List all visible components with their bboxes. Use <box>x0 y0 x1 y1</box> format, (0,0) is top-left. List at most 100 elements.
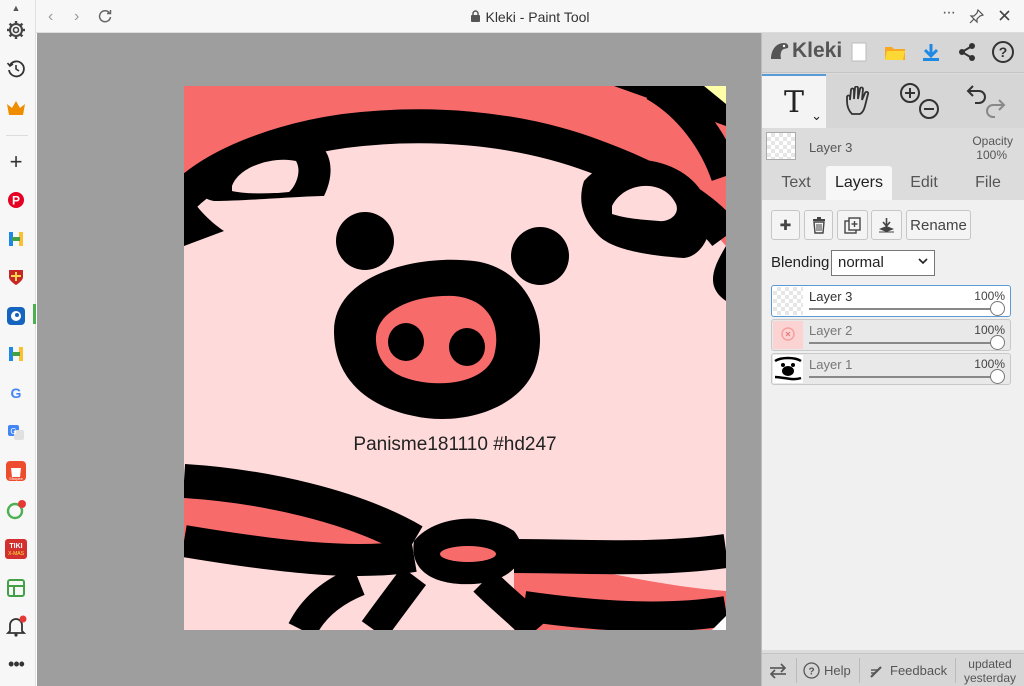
svg-text:G: G <box>11 385 22 401</box>
layer-2-opacity-handle[interactable] <box>990 335 1005 350</box>
duplicate-icon <box>844 216 861 234</box>
help-button[interactable]: ? Help <box>803 654 851 686</box>
text-tool-dropdown-icon[interactable]: ⌄ <box>811 108 822 124</box>
crown-icon[interactable] <box>4 96 28 120</box>
trash-icon <box>812 216 825 234</box>
screen: ▲ + P G G Shopee TIKI X-MAS ••• ‹ › Klek… <box>0 0 1024 686</box>
sheet-icon[interactable] <box>4 576 28 600</box>
more-icon[interactable]: ••• <box>4 652 28 676</box>
tool-row: T ⌄ <box>762 74 1024 128</box>
layer-1-thumbnail <box>773 355 803 383</box>
app-blue-icon[interactable] <box>4 304 28 328</box>
updated-when: yesterday <box>963 671 1017 685</box>
shopee-label: Shopee <box>9 476 24 481</box>
merge-down-icon <box>879 217 894 232</box>
text-tool-glyph: T <box>783 84 804 120</box>
app-rail: ▲ + P G G Shopee TIKI X-MAS ••• <box>0 0 36 686</box>
layer-2-thumbnail <box>773 321 803 349</box>
rail-divider <box>6 135 28 136</box>
history-icon[interactable] <box>4 57 28 81</box>
close-icon[interactable] <box>998 9 1011 27</box>
help-label: Help <box>824 663 851 678</box>
shield-icon[interactable] <box>4 265 28 289</box>
add-layer-button[interactable]: ✚ <box>771 210 800 240</box>
layer-3-opacity-slider[interactable] <box>809 308 997 310</box>
swap-sides-icon[interactable] <box>768 654 788 686</box>
text-tool-button[interactable]: T ⌄ <box>762 74 826 128</box>
brand-name: Kleki <box>792 39 843 62</box>
zoom-out-icon[interactable] <box>919 99 939 119</box>
google-icon[interactable]: G <box>4 381 28 405</box>
tab-file[interactable]: File <box>958 166 1018 200</box>
blending-select[interactable]: normal <box>831 250 935 276</box>
updated-label: updated <box>968 657 1012 671</box>
opacity-value: 100% <box>976 148 1007 162</box>
current-layer-info: Layer 3 Opacity 100% <box>762 129 1024 165</box>
share-icon[interactable] <box>954 39 980 65</box>
blending-label: Blending <box>771 254 830 271</box>
chat-icon[interactable] <box>4 498 28 522</box>
canvas-stage[interactable]: Panisme181110 #hd247 <box>37 33 761 686</box>
blending-value: normal <box>838 254 884 271</box>
app-h-icon[interactable] <box>4 227 28 251</box>
bell-icon[interactable] <box>4 614 28 638</box>
kleki-logo[interactable]: Kleki <box>768 39 842 63</box>
pin-icon[interactable] <box>969 8 985 29</box>
layer-2-opacity-slider[interactable] <box>809 342 997 344</box>
merge-down-button[interactable] <box>871 210 902 240</box>
side-panel: Kleki ? T ⌄ Layer 3 Opacity 100% Text La… <box>761 33 1024 686</box>
svg-text:G: G <box>10 427 16 436</box>
rename-layer-button[interactable]: Rename <box>906 210 971 240</box>
layer-3-thumbnail <box>773 287 803 315</box>
layers-panel: ✚ Rename Blending normal Layer 3 100% La… <box>762 200 1024 650</box>
undo-redo-buttons <box>958 74 1014 128</box>
hand-icon <box>846 86 870 115</box>
delete-layer-button[interactable] <box>804 210 833 240</box>
watermark-text: Panisme181110 #hd247 <box>353 434 556 455</box>
tab-edit[interactable]: Edit <box>894 166 954 200</box>
zoom-in-icon[interactable] <box>900 83 920 103</box>
zoom-buttons <box>894 74 944 128</box>
svg-text:TIKI: TIKI <box>9 543 22 550</box>
open-folder-icon[interactable] <box>882 39 908 65</box>
app-h2-icon[interactable] <box>4 342 28 366</box>
current-layer-name: Layer 3 <box>809 140 853 155</box>
update-status[interactable]: updated yesterday <box>960 657 1020 685</box>
svg-text:X-MAS: X-MAS <box>8 551 25 557</box>
redo-icon[interactable] <box>986 99 1006 118</box>
current-layer-thumbnail <box>766 132 796 160</box>
shopee-icon[interactable]: Shopee <box>4 459 28 483</box>
scroll-up-icon[interactable]: ▲ <box>4 2 28 14</box>
feedback-button[interactable]: Feedback <box>869 654 947 686</box>
duplicate-layer-button[interactable] <box>837 210 868 240</box>
tab-text[interactable]: Text <box>767 166 825 200</box>
layer-3-opacity-handle[interactable] <box>990 301 1005 316</box>
tiki-icon[interactable]: TIKI X-MAS <box>4 537 28 561</box>
pinterest-icon[interactable]: P <box>4 188 28 212</box>
drawing-canvas[interactable]: Panisme181110 #hd247 <box>184 86 726 630</box>
download-icon[interactable] <box>918 39 944 65</box>
layer-1-opacity-handle[interactable] <box>990 369 1005 384</box>
undo-icon[interactable] <box>966 85 986 104</box>
kleki-bird-icon <box>771 43 789 59</box>
tab-layers[interactable]: Layers <box>826 166 892 200</box>
layer-1-name: Layer 1 <box>809 357 853 372</box>
help-circle-icon: ? <box>803 662 820 679</box>
translate-icon[interactable]: G <box>4 420 28 444</box>
layer-row-2[interactable]: Layer 2 100% <box>771 319 1011 351</box>
layer-row-1[interactable]: Layer 1 100% <box>771 353 1011 385</box>
top-toolbar: Kleki ? <box>762 33 1024 73</box>
settings-icon[interactable] <box>4 18 28 42</box>
layer-row-3[interactable]: Layer 3 100% <box>771 285 1011 317</box>
layer-3-name: Layer 3 <box>809 289 853 304</box>
hand-tool-button[interactable] <box>834 74 882 128</box>
layer-1-opacity-slider[interactable] <box>809 376 997 378</box>
browser-bar: ‹ › Kleki - Paint Tool ··· <box>36 0 1024 33</box>
svg-text:P: P <box>12 194 20 208</box>
add-icon[interactable]: + <box>4 149 28 174</box>
tab-bar: Text Layers Edit File <box>762 166 1024 200</box>
help-icon[interactable]: ? <box>990 39 1016 65</box>
new-file-icon[interactable] <box>846 39 872 65</box>
browser-menu-icon[interactable]: ··· <box>942 4 956 22</box>
panel-footer: ? Help Feedback updated yesterday <box>762 653 1024 686</box>
